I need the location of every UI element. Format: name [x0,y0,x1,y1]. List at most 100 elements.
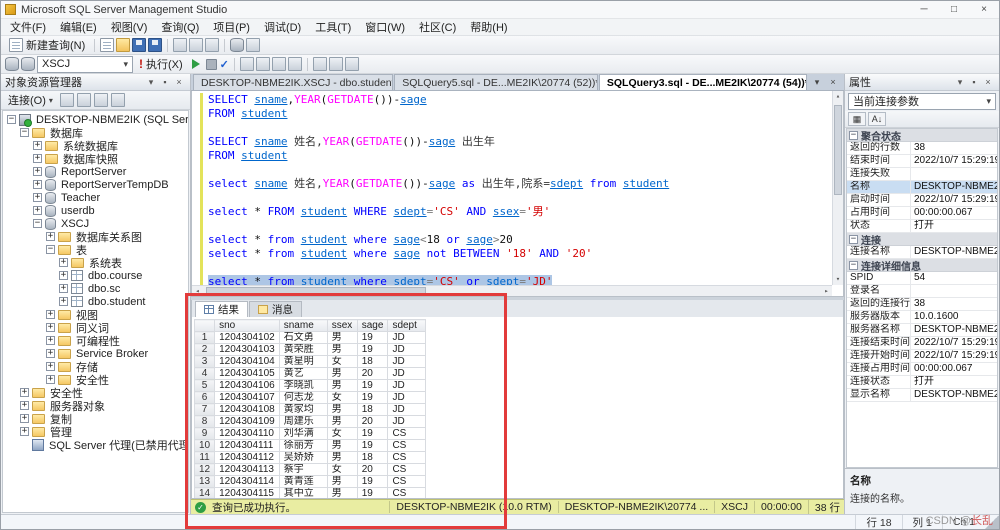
property-row[interactable]: 连接开始时间2022/10/7 15:29:19 [847,350,997,363]
grid-cell[interactable]: 1204304112 [215,452,280,464]
grid-row[interactable]: 61204304107何志龙女19JD [195,392,426,404]
activity-monitor-icon[interactable] [230,38,244,52]
expand-icon[interactable]: + [33,206,42,215]
close-icon[interactable]: × [981,77,995,87]
save-icon[interactable] [132,38,146,52]
grid-cell[interactable]: 女 [327,392,357,404]
pin-icon[interactable]: ▪ [158,77,172,87]
tree-item[interactable]: +ReportServer [3,165,188,178]
results-grid[interactable]: snosnamessexsagesdept11204304102石文勇男19JD… [194,319,426,498]
grid-row[interactable]: 141204304115其中立男19CS [195,488,426,499]
tree-item[interactable]: +dbo.course [3,269,188,282]
grid-cell[interactable]: 男 [327,452,357,464]
comment-icon[interactable] [313,57,327,71]
grid-cell[interactable]: CS [388,440,426,452]
grid-cell[interactable]: 女 [327,356,357,368]
code-line[interactable] [192,121,831,135]
expand-icon[interactable]: + [59,258,68,267]
grid-cell[interactable]: 19 [357,428,388,440]
scroll-down-icon[interactable]: ▾ [833,274,843,285]
code-line[interactable]: select sname 姓名,YEAR(GETDATE())-sage as … [192,177,831,191]
tree-item[interactable]: SQL Server 代理(已禁用代理 XP) [3,438,188,451]
grid-cell[interactable]: 男 [327,344,357,356]
results-tab-messages[interactable]: 消息 [249,301,302,317]
expand-icon[interactable]: + [46,232,55,241]
grid-cell[interactable]: JD [388,356,426,368]
chevron-down-icon[interactable]: ▾ [810,77,824,88]
results-tab-grid[interactable]: 结果 [195,301,248,317]
grid-row-number[interactable]: 2 [195,344,215,356]
expand-icon[interactable]: + [46,310,55,319]
tree-item[interactable]: +dbo.sc [3,282,188,295]
grid-cell[interactable]: 1204304111 [215,440,280,452]
collapse-icon[interactable]: − [849,131,858,140]
property-row[interactable]: 服务器名称DESKTOP-NBME2IK [847,324,997,337]
grid-row[interactable]: 111204304112吴娇娇男18CS [195,452,426,464]
property-row[interactable]: 启动时间2022/10/7 15:29:19 [847,194,997,207]
property-row[interactable]: 连接占用时间00:00:00.067 [847,363,997,376]
debug-icon[interactable] [189,57,203,71]
print-icon[interactable] [173,38,187,52]
collapse-icon[interactable]: − [849,235,858,244]
menu-item-4[interactable]: 项目(P) [206,19,257,35]
database-combobox[interactable]: XSCJ ▾ [37,56,133,73]
code-line[interactable]: FROM student [192,149,831,163]
tree-item[interactable]: +ReportServerTempDB [3,178,188,191]
grid-cell[interactable]: 18 [357,404,388,416]
grid-cell[interactable]: 刘华满 [279,428,327,440]
grid-cell[interactable]: CS [388,488,426,499]
tree-item[interactable]: +数据库关系图 [3,230,188,243]
grid-row-number[interactable]: 5 [195,380,215,392]
expand-icon[interactable]: + [59,284,68,293]
open-file-icon[interactable] [116,38,130,52]
results-to-file-icon[interactable] [272,57,286,71]
menu-item-3[interactable]: 查询(Q) [154,19,206,35]
scroll-up-icon[interactable]: ▴ [833,91,843,102]
expand-icon[interactable]: + [33,141,42,150]
grid-cell[interactable]: 1204304109 [215,416,280,428]
grid-cell[interactable]: JD [388,368,426,380]
grid-corner-cell[interactable] [195,320,215,332]
grid-cell[interactable]: 黄星明 [279,356,327,368]
property-row[interactable]: 返回的行数38 [847,142,997,155]
grid-cell[interactable]: 石文勇 [279,332,327,344]
grid-cell[interactable]: 男 [327,332,357,344]
save-all-icon[interactable] [148,38,162,52]
grid-cell[interactable]: 周建乐 [279,416,327,428]
grid-cell[interactable]: 19 [357,380,388,392]
property-category[interactable]: −聚合状态 [847,129,997,142]
expand-icon[interactable]: + [46,323,55,332]
collapse-icon[interactable]: − [849,261,858,270]
object-explorer-tree[interactable]: −DESKTOP-NBME2IK (SQL Server 10.0.160−数据… [2,110,189,513]
menu-item-0[interactable]: 文件(F) [3,19,53,35]
grid-row[interactable]: 91204304110刘华满女19CS [195,428,426,440]
uncomment-icon[interactable] [329,57,343,71]
property-category[interactable]: −连接 [847,233,997,246]
chevron-down-icon[interactable]: ▾ [953,77,967,88]
resize-grip[interactable] [985,515,999,529]
sql-editor[interactable]: SELECT sname,YEAR(GETDATE())-sageFROM st… [191,91,844,297]
menu-item-5[interactable]: 调试(D) [257,19,308,35]
grid-cell[interactable]: 何志龙 [279,392,327,404]
tree-item[interactable]: +可编程性 [3,334,188,347]
expand-icon[interactable]: + [20,427,29,436]
grid-cell[interactable]: 1204304114 [215,476,280,488]
editor-horizontal-scrollbar[interactable]: ◂ ▸ [192,285,832,296]
tree-item[interactable]: +userdb [3,204,188,217]
code-line[interactable] [192,261,831,275]
connect-button[interactable]: 连接(O) ▾ [4,92,57,108]
cancel-query-icon[interactable] [206,59,217,70]
property-row[interactable]: 连接状态打开 [847,376,997,389]
grid-cell[interactable]: 19 [357,332,388,344]
grid-row-number[interactable]: 9 [195,428,215,440]
tree-item[interactable]: +复制 [3,412,188,425]
grid-cell[interactable]: 吴娇娇 [279,452,327,464]
grid-row-number[interactable]: 8 [195,416,215,428]
grid-cell[interactable]: 1204304105 [215,368,280,380]
grid-cell[interactable]: 黄荣胜 [279,344,327,356]
execute-button[interactable]: ! 执行(X) [135,56,187,73]
properties-grid[interactable]: −聚合状态返回的行数38结束时间2022/10/7 15:29:19连接失败名称… [846,128,998,468]
grid-cell[interactable]: 1204304107 [215,392,280,404]
grid-cell[interactable]: 黄家均 [279,404,327,416]
code-line[interactable] [192,163,831,177]
